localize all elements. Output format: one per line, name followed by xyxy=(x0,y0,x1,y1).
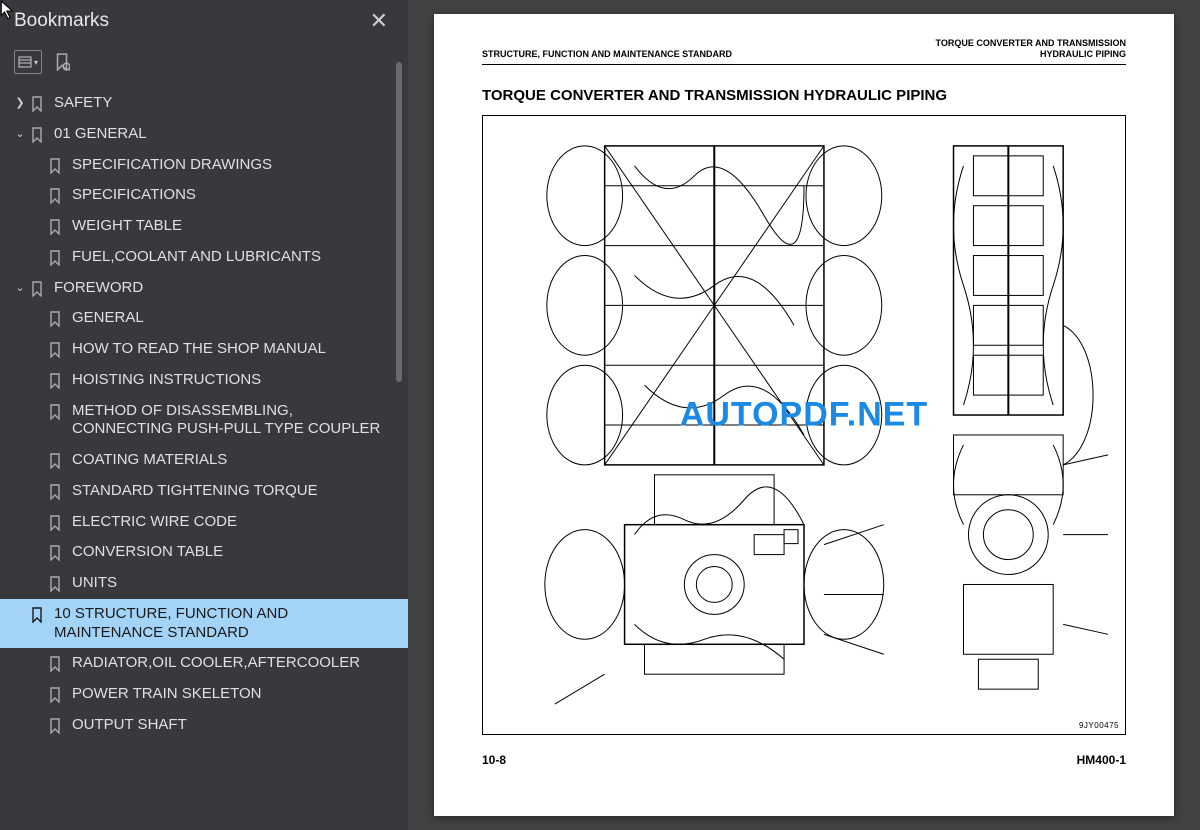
bookmark-label: 01 GENERAL xyxy=(54,125,394,144)
bookmark-node[interactable]: OUTPUT SHAFT xyxy=(0,710,408,741)
bookmark-node[interactable]: HOISTING INSTRUCTIONS xyxy=(0,365,408,396)
bookmark-node[interactable]: UNITS xyxy=(0,568,408,599)
caret-icon[interactable]: ❯ xyxy=(12,97,28,111)
bookmark-label: OUTPUT SHAFT xyxy=(72,716,394,735)
header-right-line1: TORQUE CONVERTER AND TRANSMISSION xyxy=(935,38,1126,49)
bookmark-node[interactable]: WEIGHT TABLE xyxy=(0,211,408,242)
bookmark-node[interactable]: CONVERSION TABLE xyxy=(0,537,408,568)
page-header: TORQUE CONVERTER AND TRANSMISSION STRUCT… xyxy=(482,38,1126,65)
document-viewport: TORQUE CONVERTER AND TRANSMISSION STRUCT… xyxy=(408,0,1200,830)
scrollbar-thumb[interactable] xyxy=(396,62,402,382)
bookmark-label: SPECIFICATIONS xyxy=(72,186,394,205)
bookmark-label: STANDARD TIGHTENING TORQUE xyxy=(72,482,394,501)
bookmark-label: GENERAL xyxy=(72,309,394,328)
model-number: HM400-1 xyxy=(1077,753,1126,767)
bookmark-node[interactable]: HOW TO READ THE SHOP MANUAL xyxy=(0,334,408,365)
bookmark-node[interactable]: GENERAL xyxy=(0,303,408,334)
bookmark-node[interactable]: SPECIFICATION DRAWINGS xyxy=(0,150,408,181)
bookmark-label: POWER TRAIN SKELETON xyxy=(72,685,394,704)
header-right-line2: HYDRAULIC PIPING xyxy=(1040,49,1126,60)
bookmark-node[interactable]: COATING MATERIALS xyxy=(0,445,408,476)
technical-diagram: 9JY00475 xyxy=(482,115,1126,735)
bookmarks-tree: ❯ SAFETY ⌄ 01 GENERAL SPECIFICATION DRAWINGS… xyxy=(0,84,408,830)
bookmark-node[interactable]: FUEL,COOLANT AND LUBRICANTS xyxy=(0,242,408,273)
page-title: TORQUE CONVERTER AND TRANSMISSION HYDRAU… xyxy=(482,87,1126,105)
page-number: 10-8 xyxy=(482,753,506,767)
bookmark-label: SPECIFICATION DRAWINGS xyxy=(72,156,394,175)
bookmark-label: HOISTING INSTRUCTIONS xyxy=(72,371,394,390)
bookmark-label: METHOD OF DISASSEMBLING, CONNECTING PUSH… xyxy=(72,402,394,440)
bookmark-node[interactable]: STANDARD TIGHTENING TORQUE xyxy=(0,476,408,507)
bookmark-label: FUEL,COOLANT AND LUBRICANTS xyxy=(72,248,394,267)
bookmark-label: HOW TO READ THE SHOP MANUAL xyxy=(72,340,394,359)
bookmark-label: RADIATOR,OIL COOLER,AFTERCOOLER xyxy=(72,654,394,673)
find-bookmark-icon[interactable] xyxy=(52,51,72,73)
bookmark-label: COATING MATERIALS xyxy=(72,451,394,470)
diagram-reference-code: 9JY00475 xyxy=(1079,721,1119,730)
bookmarks-panel: Bookmarks ✕ ▾ ❯ SAFETY ⌄ 01 GENERAL SPECIFIC… xyxy=(0,0,408,830)
bookmark-node[interactable]: ELECTRIC WIRE CODE xyxy=(0,507,408,538)
page-footer: 10-8 HM400-1 xyxy=(482,753,1126,767)
bookmark-label: UNITS xyxy=(72,574,394,593)
bookmark-node[interactable]: SPECIFICATIONS xyxy=(0,180,408,211)
caret-icon[interactable]: ⌄ xyxy=(12,282,28,296)
bookmark-label: SAFETY xyxy=(54,94,394,113)
close-icon[interactable]: ✕ xyxy=(364,6,394,36)
bookmark-node[interactable]: ⌄ 10 STRUCTURE, FUNCTION AND MAINTENANCE … xyxy=(0,599,408,649)
header-left: STRUCTURE, FUNCTION AND MAINTENANCE STAN… xyxy=(482,49,732,60)
bookmark-node[interactable]: ❯ SAFETY xyxy=(0,88,408,119)
bookmark-node[interactable]: ⌄ 01 GENERAL xyxy=(0,119,408,150)
bookmarks-title: Bookmarks xyxy=(14,10,109,32)
bookmark-label: 10 STRUCTURE, FUNCTION AND MAINTENANCE S… xyxy=(54,605,394,643)
bookmark-label: WEIGHT TABLE xyxy=(72,217,394,236)
bookmark-label: FOREWORD xyxy=(54,279,394,298)
bookmark-node[interactable]: ⌄ FOREWORD xyxy=(0,273,408,304)
bookmark-node[interactable]: METHOD OF DISASSEMBLING, CONNECTING PUSH… xyxy=(0,396,408,446)
bookmark-node[interactable]: POWER TRAIN SKELETON xyxy=(0,679,408,710)
options-dropdown-button[interactable]: ▾ xyxy=(14,50,42,74)
bookmark-label: CONVERSION TABLE xyxy=(72,543,394,562)
bookmark-label: ELECTRIC WIRE CODE xyxy=(72,513,394,532)
bookmark-node[interactable]: RADIATOR,OIL COOLER,AFTERCOOLER xyxy=(0,648,408,679)
document-page: TORQUE CONVERTER AND TRANSMISSION STRUCT… xyxy=(434,14,1174,816)
bookmarks-toolbar: ▾ xyxy=(0,44,408,84)
caret-icon[interactable]: ⌄ xyxy=(12,128,28,142)
caret-icon[interactable]: ⌄ xyxy=(12,608,28,622)
